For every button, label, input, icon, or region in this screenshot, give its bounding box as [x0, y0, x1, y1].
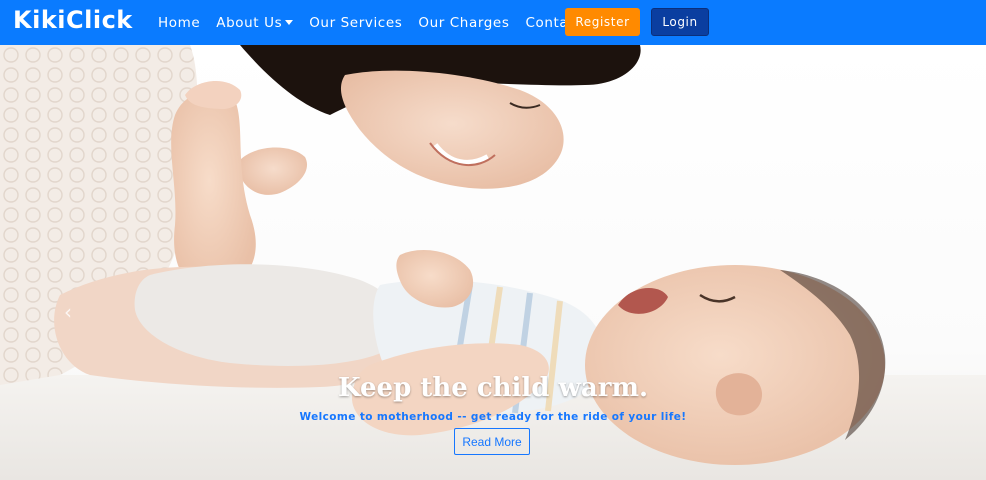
mother-hand [240, 147, 308, 195]
nav-our-services[interactable]: Our Services [309, 15, 402, 31]
nav-about-us[interactable]: About Us [216, 14, 294, 31]
brand-logo[interactable]: KikiClick [13, 6, 133, 34]
mother-face [340, 70, 564, 189]
nav-our-charges[interactable]: Our Charges [418, 15, 509, 31]
baby-leg [171, 91, 256, 291]
nav-links: Home About Us Our Services Our Charges C… [150, 0, 613, 45]
login-button[interactable]: Login [651, 8, 709, 36]
hero-subtitle: Welcome to motherhood -- get ready for t… [299, 411, 687, 423]
read-more-button[interactable]: Read More [454, 428, 530, 455]
navbar: KikiClick Home About Us Our Services Our… [0, 0, 986, 45]
carousel-prev-icon[interactable]: ‹ [64, 300, 72, 324]
register-button[interactable]: Register [565, 8, 640, 36]
nav-home[interactable]: Home [158, 15, 200, 31]
nav-about-us-label: About Us [216, 14, 283, 31]
chevron-down-icon [285, 20, 294, 25]
hero-title: Keep the child warm. [337, 373, 649, 403]
